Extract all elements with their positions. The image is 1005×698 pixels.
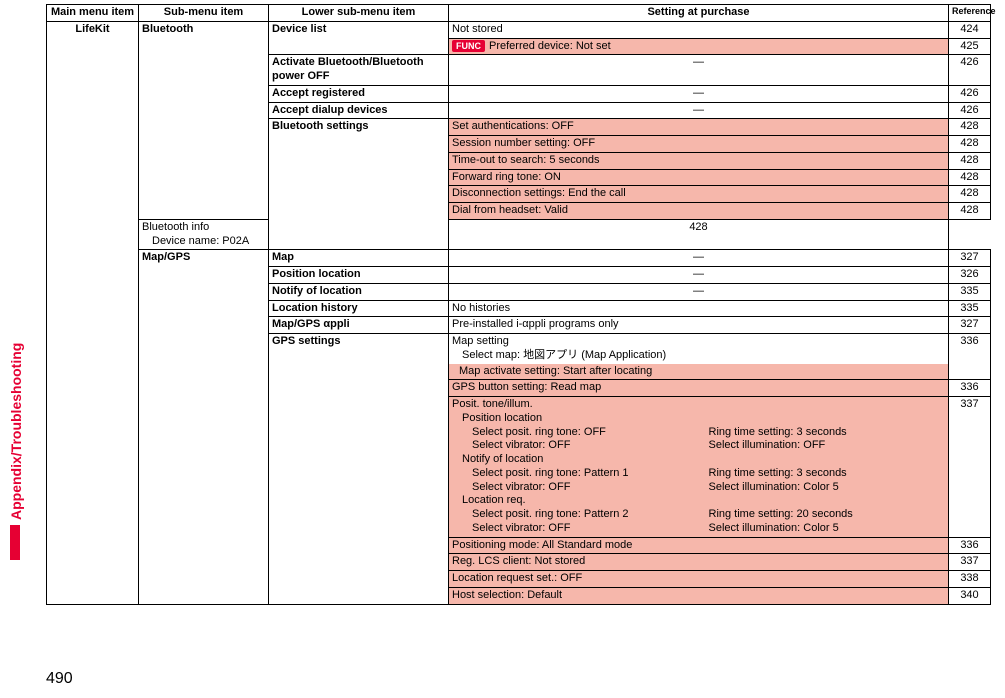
posit-title: Posit. tone/illum. — [452, 398, 945, 412]
settings-table: Main menu item Sub-menu item Lower sub-m… — [46, 4, 991, 605]
positioning-mode: Positioning mode: All Standard mode — [449, 538, 948, 554]
ref-bt-3: 428 — [949, 169, 991, 186]
side-tab-marker — [10, 525, 20, 560]
host-selection: Host selection: Default — [449, 588, 948, 604]
lower-notify-location: Notify of location — [269, 283, 449, 300]
ref-bt-5: 428 — [949, 203, 991, 220]
lower-position-location: Position location — [269, 267, 449, 284]
bt-session-number: Session number setting: OFF — [449, 136, 948, 152]
setting-accept-dialup: ― — [449, 102, 949, 119]
notify-vib: Select vibrator: OFF — [452, 481, 709, 495]
ref-history: 335 — [949, 300, 991, 317]
setting-accept-registered: ― — [449, 85, 949, 102]
posit-locreq-header: Location req. — [452, 494, 945, 508]
bt-disconnect: Disconnection settings: End the call — [449, 186, 948, 202]
sub-bluetooth: Bluetooth — [139, 21, 269, 219]
posloc-vib: Select vibrator: OFF — [452, 439, 709, 453]
ref-host-sel: 340 — [949, 587, 991, 604]
ref-map: 327 — [949, 250, 991, 267]
posloc-illum: Select illumination: OFF — [709, 439, 946, 453]
setting-not-stored: Not stored — [449, 22, 948, 38]
lower-accept-dialup: Accept dialup devices — [269, 102, 449, 119]
preferred-device-text: Preferred device: Not set — [489, 40, 611, 52]
bt-info-line1: Bluetooth info — [142, 221, 265, 235]
setting-activate: ― — [449, 55, 949, 86]
notify-ring: Select posit. ring tone: Pattern 1 — [452, 467, 709, 481]
ref-accept-dialup: 426 — [949, 102, 991, 119]
bt-dial-headset: Dial from headset: Valid — [449, 203, 948, 219]
func-badge: FUNC — [452, 40, 485, 52]
bt-set-auth: Set authentications: OFF — [449, 119, 948, 135]
lower-map: Map — [269, 250, 449, 267]
setting-notify: ― — [449, 283, 949, 300]
header-lower: Lower sub-menu item — [269, 5, 449, 22]
lower-location-history: Location history — [269, 300, 449, 317]
side-tab: Appendix/Troubleshooting — [10, 380, 32, 560]
posloc-ring: Select posit. ring tone: OFF — [452, 426, 709, 440]
ref-posit-tone: 337 — [949, 397, 991, 538]
map-activate-setting: Map activate setting: Start after locati… — [449, 364, 948, 380]
ref-posloc: 326 — [949, 267, 991, 284]
ref-gps-button: 336 — [949, 380, 991, 397]
setting-preferred-device: FUNC Preferred device: Not set — [449, 39, 948, 55]
setting-posloc: ― — [449, 267, 949, 284]
lower-device-list: Device list — [269, 21, 449, 55]
ref-loc-req-set: 338 — [949, 571, 991, 588]
ref-map-setting: 336 — [949, 334, 991, 380]
lower-bt-settings: Bluetooth settings — [269, 119, 449, 250]
posit-notify-header: Notify of location — [452, 453, 945, 467]
page-number: 490 — [46, 670, 73, 688]
ref-accept-registered: 426 — [949, 85, 991, 102]
main-menu-item: LifeKit — [47, 21, 139, 604]
lower-mapgps-appli: Map/GPS αppli — [269, 317, 449, 334]
ref-bt-1: 428 — [949, 136, 991, 153]
ref-424: 424 — [949, 21, 991, 38]
sub-mapgps: Map/GPS — [139, 250, 269, 604]
settings-table-wrapper: Main menu item Sub-menu item Lower sub-m… — [46, 4, 991, 605]
ref-notify: 335 — [949, 283, 991, 300]
ref-bt-info: 428 — [449, 219, 949, 250]
location-request-set: Location request set.: OFF — [449, 571, 948, 587]
posloc-ringtime: Ring time setting: 3 seconds — [709, 426, 946, 440]
lower-accept-registered: Accept registered — [269, 85, 449, 102]
side-tab-label: Appendix/Troubleshooting — [8, 343, 24, 520]
posit-tone-illum: Posit. tone/illum. Position location Sel… — [449, 397, 948, 537]
ref-bt-0: 428 — [949, 119, 991, 136]
bt-forward-ring: Forward ring tone: ON — [449, 170, 948, 186]
ref-pos-mode: 336 — [949, 537, 991, 554]
ref-reg-lcs: 337 — [949, 554, 991, 571]
bt-info: Bluetooth info Device name: P02A — [139, 220, 268, 250]
bt-info-line2: Device name: P02A — [142, 235, 265, 249]
ref-bt-4: 428 — [949, 186, 991, 203]
setting-map: ― — [449, 250, 949, 267]
locreq-illum: Select illumination: Color 5 — [709, 522, 946, 536]
locreq-ringtime: Ring time setting: 20 seconds — [709, 508, 946, 522]
header-main: Main menu item — [47, 5, 139, 22]
header-setting: Setting at purchase — [449, 5, 949, 22]
locreq-vib: Select vibrator: OFF — [452, 522, 709, 536]
ref-425: 425 — [949, 38, 991, 55]
map-setting-title: Map setting — [452, 335, 945, 349]
setting-appli: Pre-installed i-αppli programs only — [449, 317, 949, 334]
posit-posloc-header: Position location — [452, 412, 945, 426]
notify-illum: Select illumination: Color 5 — [709, 481, 946, 495]
header-reference: Reference — [949, 5, 991, 22]
map-setting-select: Select map: 地図アプリ (Map Application) — [452, 349, 945, 363]
ref-bt-2: 428 — [949, 152, 991, 169]
ref-appli: 327 — [949, 317, 991, 334]
map-setting-block: Map setting Select map: 地図アプリ (Map Appli… — [449, 334, 948, 364]
bt-timeout: Time-out to search: 5 seconds — [449, 153, 948, 169]
lower-activate-bt: Activate Bluetooth/Bluetooth power OFF — [269, 55, 449, 86]
lower-gps-settings: GPS settings — [269, 334, 449, 605]
reg-lcs-client: Reg. LCS client: Not stored — [449, 554, 948, 570]
ref-activate: 426 — [949, 55, 991, 86]
notify-ringtime: Ring time setting: 3 seconds — [709, 467, 946, 481]
locreq-ring: Select posit. ring tone: Pattern 2 — [452, 508, 709, 522]
setting-history: No histories — [449, 300, 949, 317]
header-sub: Sub-menu item — [139, 5, 269, 22]
gps-button-setting: GPS button setting: Read map — [449, 380, 948, 396]
